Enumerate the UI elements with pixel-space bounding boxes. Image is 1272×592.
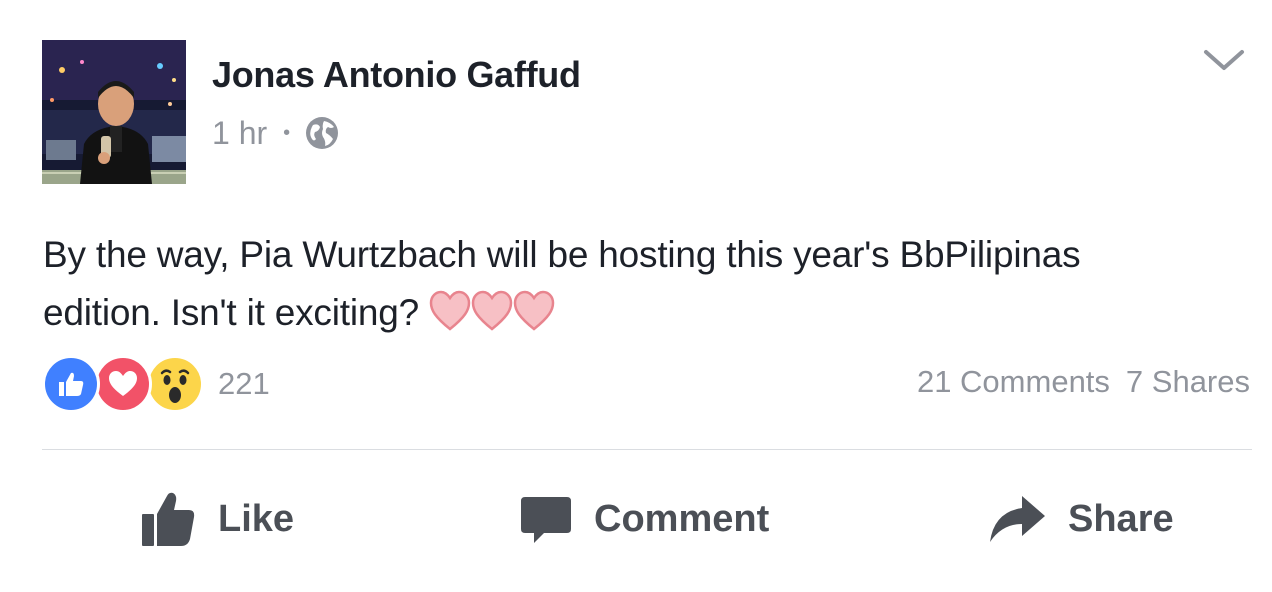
like-reaction-icon [42, 355, 100, 413]
thumbs-up-icon [140, 490, 196, 548]
reactions-summary[interactable]: 221 [42, 355, 270, 413]
post-text-line-1: By the way, Pia Wurtzbach will be hostin… [43, 234, 1081, 275]
post-text-line-2: edition. Isn't it exciting? [43, 284, 1243, 350]
post-options-chevron-icon[interactable] [1202, 46, 1246, 74]
reaction-count: 221 [218, 366, 270, 401]
author-name[interactable]: Jonas Antonio Gaffud [212, 54, 581, 96]
comments-count-link[interactable]: 21 Comments [917, 364, 1110, 399]
wow-reaction-icon [146, 355, 204, 413]
share-button[interactable]: Share [988, 484, 1174, 554]
love-reaction-icon [94, 355, 152, 413]
pink-heart-icons [429, 289, 555, 350]
meta-separator: • [283, 122, 291, 144]
engagement-counts: 21 Comments 7 Shares [917, 364, 1250, 400]
speech-bubble-icon [520, 493, 572, 545]
shares-count-link[interactable]: 7 Shares [1126, 364, 1250, 399]
post-time[interactable]: 1 hr [212, 115, 267, 152]
comment-button[interactable]: Comment [520, 484, 769, 554]
post-meta: 1 hr • [212, 113, 340, 153]
actions-divider [42, 449, 1252, 450]
like-button-label: Like [218, 497, 295, 540]
author-avatar[interactable] [42, 40, 186, 184]
share-button-label: Share [1068, 497, 1174, 540]
post-body: By the way, Pia Wurtzbach will be hostin… [43, 226, 1243, 350]
avatar-photo [42, 40, 186, 184]
globe-icon [304, 115, 340, 151]
post-text-line-2-text: edition. Isn't it exciting? [43, 292, 419, 333]
comment-button-label: Comment [594, 497, 770, 540]
share-arrow-icon [988, 494, 1046, 544]
like-button[interactable]: Like [140, 484, 294, 554]
